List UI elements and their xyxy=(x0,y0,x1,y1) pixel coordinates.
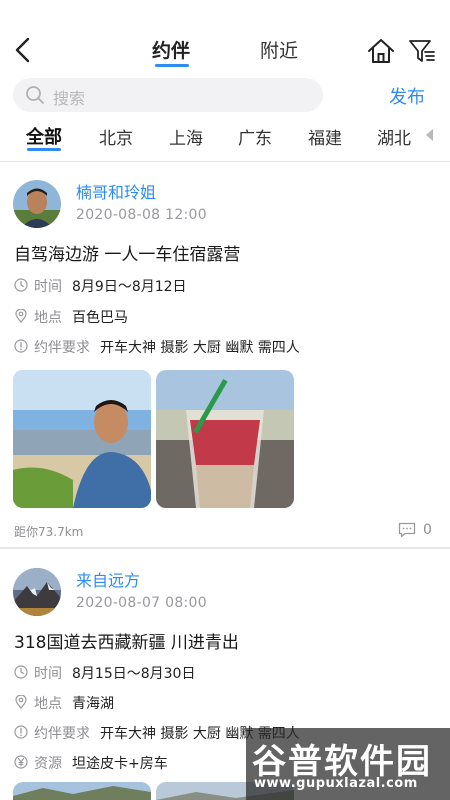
post-photo[interactable] xyxy=(13,370,151,508)
resource-label: 资源 xyxy=(34,756,62,772)
home-icon[interactable] xyxy=(366,37,396,65)
place-label: 地点 xyxy=(34,310,62,326)
tab-companion[interactable]: 约伴 xyxy=(152,36,190,63)
filter-icon[interactable] xyxy=(408,38,436,64)
clock-icon xyxy=(14,278,28,292)
resource-value: 坦途皮卡+房车 xyxy=(72,756,168,772)
divider xyxy=(0,161,450,162)
category-beijing[interactable]: 北京 xyxy=(99,124,133,149)
place-label: 地点 xyxy=(34,696,62,712)
info-icon xyxy=(14,725,28,739)
search-input[interactable]: 搜索 xyxy=(13,78,323,112)
post-photo[interactable] xyxy=(13,782,151,800)
category-tabs: 全部 北京 上海 广东 福建 湖北 xyxy=(0,122,450,152)
category-guangdong[interactable]: 广东 xyxy=(238,124,272,149)
post-title[interactable]: 318国道去西藏新疆 川进青出 xyxy=(14,628,239,653)
avatar[interactable] xyxy=(13,568,61,616)
watermark: 谷普软件园 www.gupuxlazal.com xyxy=(246,728,450,800)
post-distance: 距你73.7km xyxy=(14,525,84,539)
category-fujian[interactable]: 福建 xyxy=(308,124,342,149)
tab-nearby[interactable]: 附近 xyxy=(260,36,298,63)
time-label: 时间 xyxy=(34,666,62,682)
place-value: 青海湖 xyxy=(72,696,114,712)
info-icon xyxy=(14,339,28,353)
watermark-url: www.gupuxlazal.com xyxy=(254,776,418,791)
post-photo[interactable] xyxy=(156,370,294,508)
category-all[interactable]: 全部 xyxy=(26,123,62,149)
requirement-value: 开车大神 摄影 大厨 幽默 需四人 xyxy=(100,340,300,356)
post-date: 2020-08-07 08:00 xyxy=(76,595,207,611)
time-label: 时间 xyxy=(34,279,62,295)
location-pin-icon xyxy=(15,695,27,709)
back-arrow-icon[interactable] xyxy=(12,36,36,64)
search-icon xyxy=(26,86,44,104)
category-active-indicator xyxy=(27,148,61,151)
avatar[interactable] xyxy=(13,180,61,228)
post-username[interactable]: 楠哥和玲姐 xyxy=(76,179,156,203)
post-date: 2020-08-08 12:00 xyxy=(76,207,207,223)
search-placeholder: 搜索 xyxy=(53,89,86,108)
requirement-label: 约伴要求 xyxy=(34,726,90,742)
comment-icon[interactable] xyxy=(398,522,416,538)
time-value: 8月9日～8月12日 xyxy=(72,279,187,295)
place-value: 百色巴马 xyxy=(72,310,128,326)
category-hubei[interactable]: 湖北 xyxy=(377,124,411,149)
time-value: 8月15日～8月30日 xyxy=(72,666,196,682)
scroll-left-icon[interactable] xyxy=(424,128,434,142)
header: 约伴 附近 xyxy=(0,0,450,76)
post-username[interactable]: 来自远方 xyxy=(76,567,140,591)
publish-button[interactable]: 发布 xyxy=(389,83,425,109)
comment-count: 0 xyxy=(423,522,432,538)
post-title[interactable]: 自驾海边游 一人一车住宿露营 xyxy=(14,240,240,265)
yen-icon xyxy=(14,755,28,769)
location-pin-icon xyxy=(15,309,27,323)
category-shanghai[interactable]: 上海 xyxy=(169,124,203,149)
tab-active-indicator xyxy=(155,64,189,67)
divider xyxy=(0,547,450,549)
clock-icon xyxy=(14,665,28,679)
requirement-label: 约伴要求 xyxy=(34,340,90,356)
